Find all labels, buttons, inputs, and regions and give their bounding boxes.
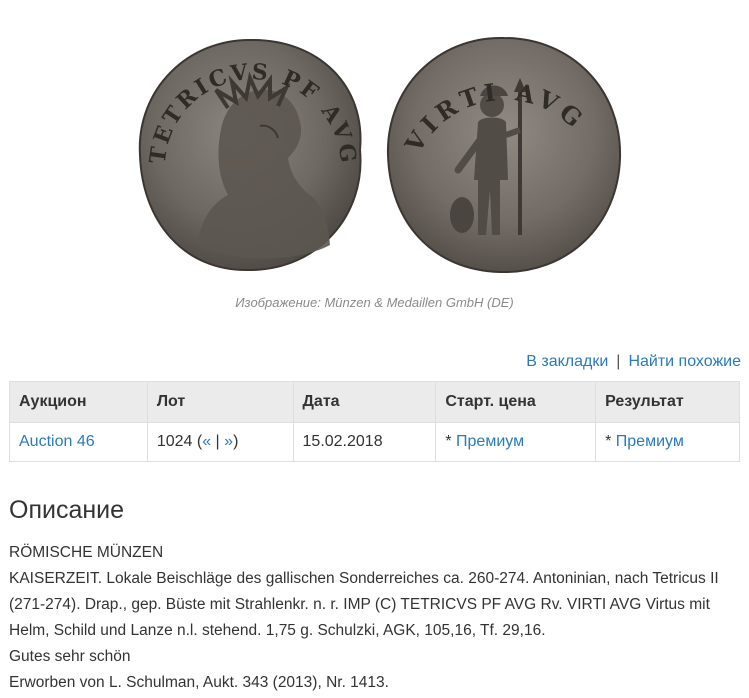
header-start-price: Старт. цена — [435, 381, 597, 423]
cell-start-price: * Премиум — [435, 422, 597, 462]
cell-result: * Премиум — [595, 422, 740, 462]
previous-lot-link[interactable]: « — [202, 433, 211, 450]
start-price-star: * — [445, 433, 457, 450]
table-header-row: Аукцион Лот Дата Старт. цена Результат — [9, 381, 740, 423]
next-lot-link[interactable]: » — [224, 433, 233, 450]
description-text: KAISERZEIT. Lokale Beischläge des gallis… — [9, 570, 719, 639]
lot-nav-separator: | — [211, 433, 225, 450]
find-similar-link[interactable]: Найти похожие — [628, 353, 741, 370]
result-premium-link[interactable]: Премиум — [616, 433, 684, 450]
coin-obverse: TETRICVS PF AVG — [138, 38, 362, 272]
bookmark-link[interactable]: В закладки — [526, 353, 608, 370]
actions-bar: В закладки | Найти похожие — [526, 353, 741, 371]
cell-date: 15.02.2018 — [292, 422, 437, 462]
header-result: Результат — [595, 381, 740, 423]
start-price-premium-link[interactable]: Премиум — [456, 433, 524, 450]
header-auction: Аукцион — [9, 381, 148, 423]
lot-paren-close: ) — [233, 433, 239, 450]
image-caption: Изображение: Münzen & Medaillen GmbH (DE… — [235, 295, 514, 310]
description-grade: Gutes sehr schön — [9, 648, 131, 665]
header-lot: Лот — [146, 381, 294, 423]
cell-auction: Auction 46 — [9, 422, 148, 462]
coin-image[interactable]: TETRICVS PF AVG VIRTI AVG — [128, 30, 628, 280]
result-star: * — [605, 433, 616, 450]
lot-number: 1024 — [156, 433, 193, 450]
coin-reverse: VIRTI AVG — [386, 36, 622, 274]
description-category: RÖMISCHE MÜNZEN — [9, 544, 164, 561]
actions-separator: | — [616, 353, 621, 370]
header-date: Дата — [292, 381, 437, 423]
auction-table: Аукцион Лот Дата Старт. цена Результат A… — [9, 381, 740, 462]
cell-lot: 1024 (« | ») — [146, 422, 294, 462]
lot-paren-open: ( — [192, 433, 203, 450]
auction-link[interactable]: Auction 46 — [19, 433, 95, 450]
description-provenance: Erworben von L. Schulman, Aukt. 343 (201… — [9, 674, 389, 691]
description-title: Описание — [9, 496, 125, 524]
description-body: RÖMISCHE MÜNZEN KAISERZEIT. Lokale Beisc… — [9, 540, 744, 696]
table-row: Auction 46 1024 (« | ») 15.02.2018 * Пре… — [9, 422, 740, 462]
